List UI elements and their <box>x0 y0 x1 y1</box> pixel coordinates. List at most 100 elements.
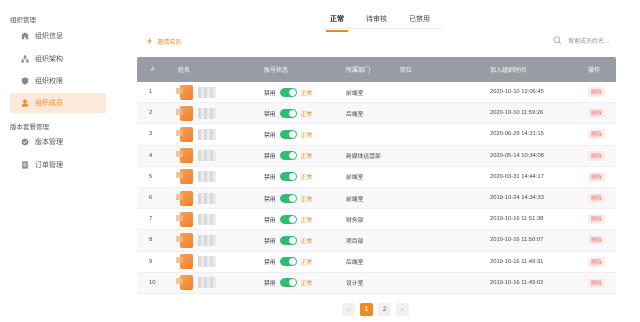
status-cell: 禁用 正常 <box>250 108 346 118</box>
sidebar-item-label: 组织架构 <box>35 56 63 63</box>
status-normal-label: 正常 <box>300 196 313 203</box>
table-row: 10 禁用 正常 设计室 2019-10-16 11:49:02 删除 <box>137 272 616 294</box>
status-toggle[interactable] <box>279 129 297 139</box>
sidebar-item-order-management[interactable]: 订单管理 <box>10 155 106 175</box>
sidebar-item-label: 组织信息 <box>35 33 63 40</box>
member-cell <box>152 275 250 291</box>
status-normal-label: 正常 <box>300 260 313 267</box>
version-icon <box>20 138 29 147</box>
department-cell: 项目部 <box>346 238 364 245</box>
sidebar: 组织管理 组织信息 组织架构 组织权限 组织成员 版本套餐管理 版本管理 订单管… <box>0 0 110 322</box>
status-cell: 禁用 正常 <box>250 151 346 161</box>
member-cell <box>152 105 250 121</box>
status-cell: 禁用 正常 <box>250 214 346 224</box>
sidebar-item-org-structure[interactable]: 组织架构 <box>10 49 106 69</box>
status-toggle[interactable] <box>279 172 297 182</box>
avatar <box>176 105 193 121</box>
row-index: 5 <box>149 173 153 180</box>
sidebar-item-org-permission[interactable]: 组织权限 <box>10 71 106 91</box>
member-cell <box>152 126 250 142</box>
delete-button[interactable]: 删除 <box>588 277 606 288</box>
tab-normal[interactable]: 正常 <box>322 10 352 32</box>
status-disable-label: 禁用 <box>264 154 276 161</box>
invite-member-button[interactable]: + 邀请成员 <box>147 36 181 46</box>
invite-member-label: 邀请成员 <box>157 39 182 46</box>
avatar <box>176 84 193 100</box>
status-cell: 禁用 正常 <box>250 235 346 245</box>
sidebar-item-version-management[interactable]: 版本管理 <box>10 132 106 152</box>
status-cell: 禁用 正常 <box>250 278 346 288</box>
joined-time-cell: 2020-06-29 14:31:15 <box>490 131 544 138</box>
status-normal-label: 正常 <box>300 132 313 139</box>
delete-button[interactable]: 删除 <box>588 87 606 98</box>
sidebar-item-label: 订单管理 <box>35 162 63 169</box>
status-toggle[interactable] <box>279 214 297 224</box>
table-row: 2 禁用 正常 后端室 2020-10-10 11:59:26 删除 <box>137 103 616 125</box>
status-normal-label: 正常 <box>300 281 313 288</box>
status-disable-label: 禁用 <box>264 196 276 203</box>
status-toggle[interactable] <box>279 235 297 245</box>
status-toggle[interactable] <box>279 193 297 203</box>
member-name-redacted <box>198 277 216 289</box>
members-table: # 姓名 账号状态 所属部门 岗位 加入组织时间 操作 1 禁用 正常 前端室 2020… <box>137 57 616 294</box>
sidebar-item-label: 组织成员 <box>35 100 63 107</box>
plus-icon: + <box>147 36 153 46</box>
action-cell: 删除 <box>588 150 616 161</box>
delete-button[interactable]: 删除 <box>588 150 606 161</box>
status-toggle[interactable] <box>279 257 297 267</box>
status-toggle[interactable] <box>279 108 297 118</box>
status-normal-label: 正常 <box>300 217 313 224</box>
delete-button[interactable]: 删除 <box>588 193 606 204</box>
status-disable-label: 禁用 <box>264 175 276 182</box>
status-toggle[interactable] <box>279 87 297 97</box>
delete-button[interactable]: 删除 <box>588 235 606 246</box>
order-icon <box>20 161 29 170</box>
sidebar-item-org-info[interactable]: 组织信息 <box>10 26 106 46</box>
prev-page-button[interactable]: ‹ <box>342 303 355 316</box>
member-name-redacted <box>198 150 216 162</box>
header-joined: 加入组织时间 <box>490 68 527 74</box>
status-disable-label: 禁用 <box>264 260 276 267</box>
member-cell <box>152 84 250 100</box>
sidebar-group-title-version: 版本套餐管理 <box>10 124 49 131</box>
tab-disabled[interactable]: 已禁用 <box>401 10 438 28</box>
header-index: # <box>151 66 155 73</box>
member-name-redacted <box>198 86 216 98</box>
search-input[interactable]: 搜索成员姓名... <box>553 36 609 45</box>
page-1-button[interactable]: 1 <box>360 303 373 316</box>
sidebar-item-org-members[interactable]: 组织成员 <box>10 93 106 113</box>
avatar <box>176 232 193 248</box>
member-cell <box>152 232 250 248</box>
row-index: 4 <box>149 152 153 159</box>
avatar <box>176 148 193 164</box>
next-page-button[interactable]: › <box>396 303 409 316</box>
member-cell <box>152 148 250 164</box>
delete-button[interactable]: 删除 <box>588 129 606 140</box>
row-index: 9 <box>149 258 153 265</box>
delete-button[interactable]: 删除 <box>588 214 606 225</box>
status-disable-label: 禁用 <box>264 281 276 288</box>
status-normal-label: 正常 <box>300 175 313 182</box>
joined-time-cell: 2020-03-31 14:44:17 <box>490 173 544 180</box>
avatar <box>176 126 193 142</box>
delete-button[interactable]: 删除 <box>588 256 606 267</box>
status-toggle[interactable] <box>279 278 297 288</box>
delete-button[interactable]: 删除 <box>588 108 606 119</box>
table-row: 8 禁用 正常 项目部 2019-10-16 11:50:07 删除 <box>137 230 616 252</box>
delete-button[interactable]: 删除 <box>588 171 606 182</box>
page-2-button[interactable]: 2 <box>378 303 391 316</box>
department-cell: 前端室 <box>346 196 364 203</box>
search-placeholder: 搜索成员姓名... <box>568 39 610 45</box>
action-cell: 删除 <box>588 129 616 140</box>
status-cell: 禁用 正常 <box>250 87 346 97</box>
joined-time-cell: 2020-10-10 11:59:26 <box>490 110 544 117</box>
status-disable-label: 禁用 <box>264 132 276 139</box>
header-name: 姓名 <box>178 68 191 74</box>
sidebar-item-label: 版本管理 <box>35 139 63 146</box>
status-toggle[interactable] <box>279 151 297 161</box>
header-position: 岗位 <box>400 68 413 74</box>
member-name-redacted <box>198 192 216 204</box>
tab-pending[interactable]: 待审核 <box>358 10 395 28</box>
table-body: 1 禁用 正常 前端室 2020-10-10 12:06:45 删除 2 禁用 正常 后端室 202… <box>137 82 616 294</box>
member-cell <box>152 211 250 227</box>
